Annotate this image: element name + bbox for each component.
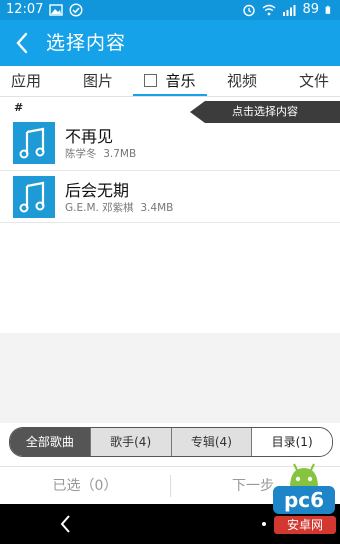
wifi-icon [263,4,276,16]
tab-files[interactable]: 文件 [288,66,340,96]
active-tab-indicator [133,94,207,96]
song-title: 不再见 [65,127,114,146]
filter-albums[interactable]: 专辑(4) [170,428,252,456]
watermark-sub: 安卓网 [274,516,336,534]
battery-level: 89 [302,2,319,17]
filter-folders[interactable]: 目录(1) [251,428,332,456]
tab-images[interactable]: 图片 [70,66,126,96]
song-title: 后会无期 [65,181,130,200]
watermark-brand: pc6 [273,486,335,514]
song-artist: G.E.M. 邓紫棋 [65,202,134,214]
row-divider [0,222,340,223]
tab-video[interactable]: 视频 [214,66,270,96]
status-time: 12:07 [6,2,44,17]
bottom-divider [170,475,171,497]
select-all-checkbox[interactable] [144,74,158,87]
filter-segmented-control: 全部歌曲 歌手(4) 专辑(4) 目录(1) [9,427,333,457]
filter-all-songs[interactable]: 全部歌曲 [10,428,90,456]
check-circle-icon [69,3,83,17]
tab-music[interactable]: 音乐 [133,66,207,96]
signal-icon [283,5,296,16]
back-arrow-icon[interactable] [10,29,36,57]
selected-count-button[interactable]: 已选（0） [0,467,170,505]
tab-apps[interactable]: 应用 [0,66,52,96]
nav-home-dot[interactable] [262,522,266,526]
section-index: # [14,101,24,114]
category-tabs: 应用 图片 音乐 视频 文件 [0,66,340,97]
battery-icon [325,5,331,14]
music-note-icon [13,122,55,164]
list-item[interactable]: 不再见 陈学冬 3.7MB [0,117,340,169]
filter-artists[interactable]: 歌手(4) [89,428,171,456]
song-artist: 陈学冬 [65,148,97,160]
music-note-icon [13,176,55,218]
song-size: 3.7MB [103,148,137,160]
song-meta: 陈学冬 3.7MB [65,146,136,161]
app-header: 选择内容 [0,20,340,66]
pc6-watermark: pc6 安卓网 [272,462,338,540]
empty-area [0,333,340,423]
next-step-button[interactable]: 下一步 [232,467,274,505]
song-size: 3.4MB [140,202,174,214]
song-meta: G.E.M. 邓紫棋 3.4MB [65,200,173,215]
image-notification-icon [49,4,64,16]
alarm-icon [243,4,256,17]
nav-back-icon[interactable] [56,513,76,535]
tab-music-label: 音乐 [165,72,196,90]
page-title: 选择内容 [46,32,127,54]
status-bar: 12:07 89 [0,0,340,20]
list-item[interactable]: 后会无期 G.E.M. 邓紫棋 3.4MB [0,171,340,223]
